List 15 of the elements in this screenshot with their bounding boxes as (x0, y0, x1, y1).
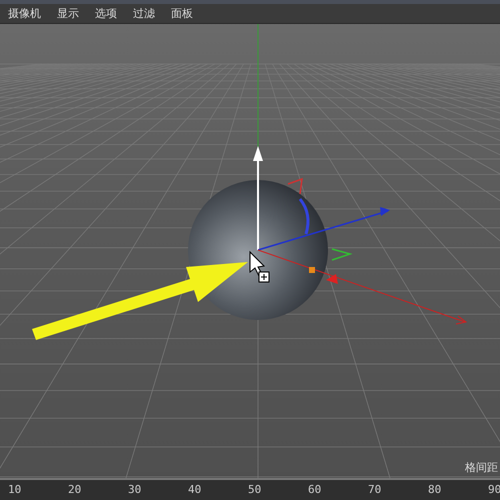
timeline-frame-label: 30 (128, 482, 142, 498)
menu-item[interactable]: 过滤 (125, 4, 163, 23)
grid-spacing-label: 格间距 (465, 460, 498, 476)
timeline-frame-label: 70 (368, 482, 382, 498)
timeline-frame-label: 40 (188, 482, 202, 498)
timeline-frame-label: 20 (68, 482, 82, 498)
timeline-frame-label: 80 (428, 482, 442, 498)
cursor-icon (250, 250, 270, 282)
menu-item[interactable]: 选项 (87, 4, 125, 23)
menu-item[interactable]: 显示 (49, 4, 87, 23)
menu-item[interactable]: 摄像机 (0, 4, 49, 23)
timeline-frame-label: 10 (8, 482, 22, 498)
menu-item[interactable]: 面板 (163, 4, 201, 23)
timeline-frame-label: 50 (248, 482, 262, 498)
timeline-frame-label: 60 (308, 482, 322, 498)
